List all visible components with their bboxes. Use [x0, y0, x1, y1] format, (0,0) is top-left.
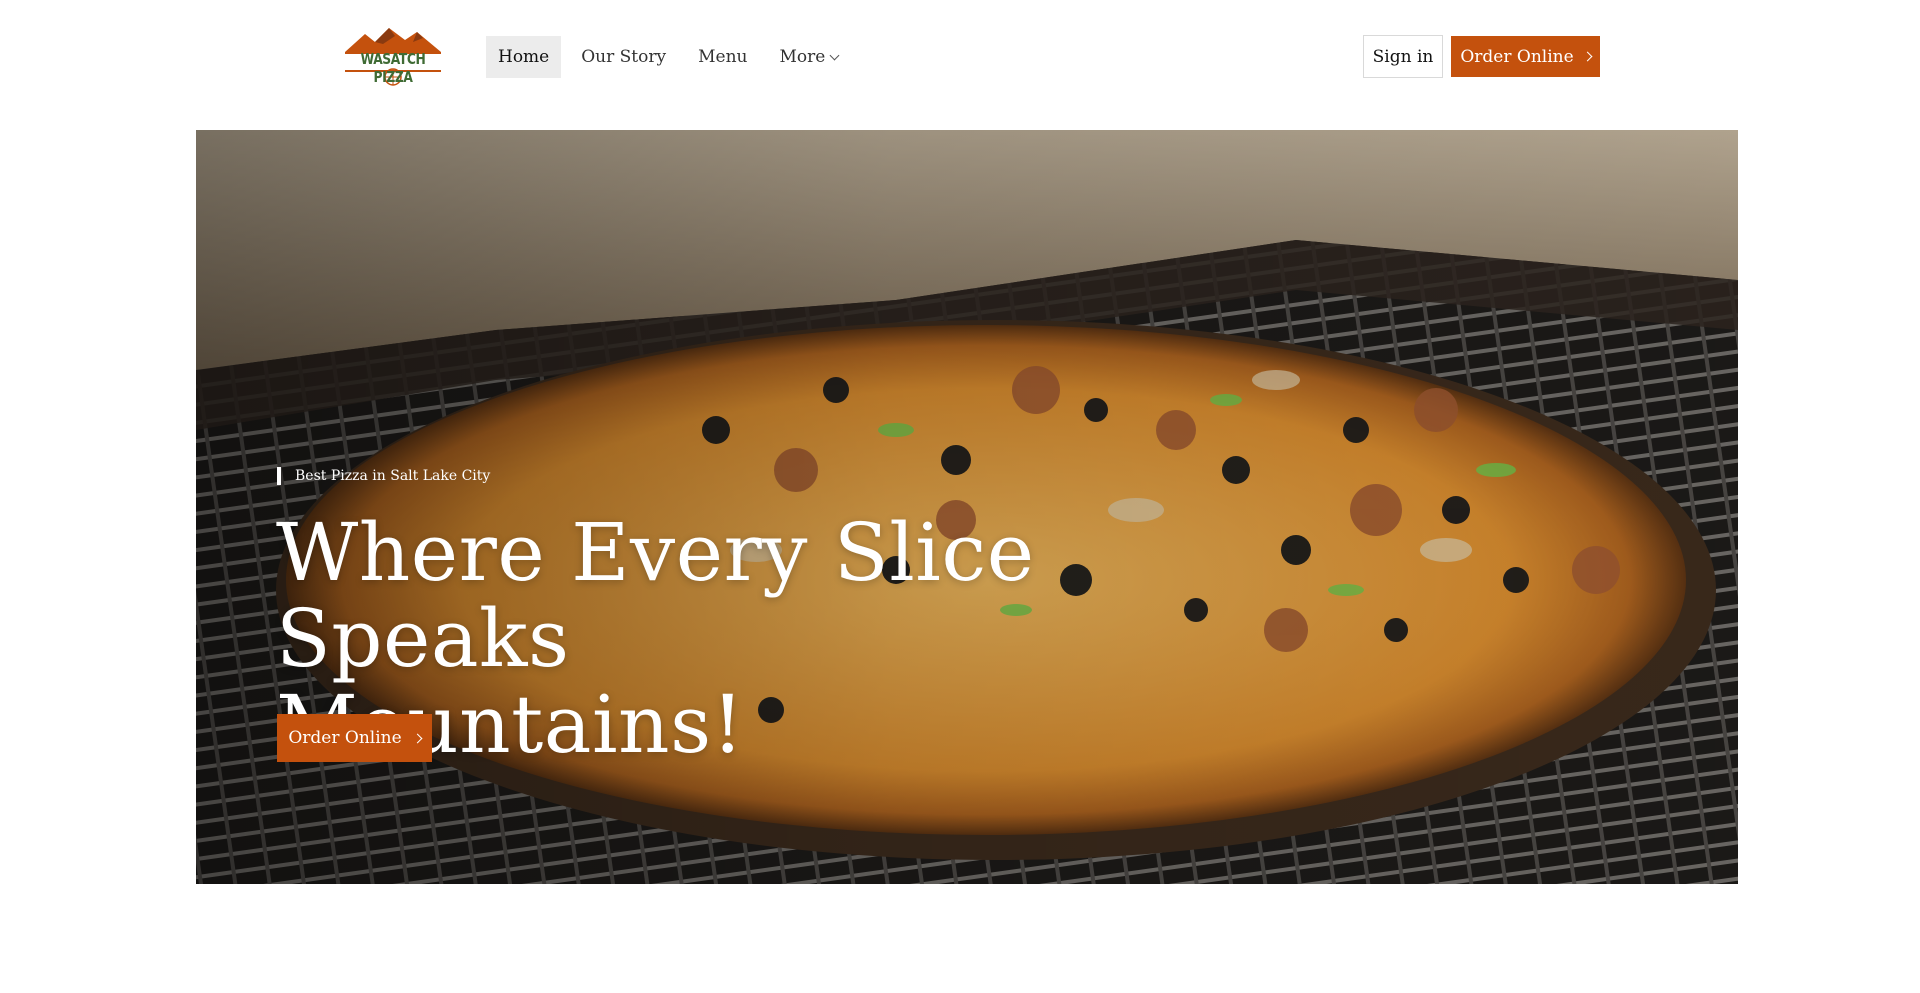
- hero-eyebrow-text: Best Pizza in Salt Lake City: [295, 468, 491, 484]
- chevron-right-icon: [1582, 51, 1593, 62]
- chevron-down-icon: [829, 50, 840, 60]
- logo-wordmark: WASATCH PIZZA: [360, 50, 426, 86]
- chevron-right-icon: [412, 733, 423, 743]
- wasatch-pizza-logo[interactable]: WASATCH PIZZA: [339, 26, 447, 86]
- main-nav: Home Our Story Menu More: [486, 36, 858, 78]
- nav-item-menu[interactable]: Menu: [686, 36, 759, 78]
- order-online-hero-label: Order Online: [288, 728, 402, 748]
- sign-in-button[interactable]: Sign in: [1363, 35, 1443, 78]
- eyebrow-accent-bar: [277, 467, 281, 485]
- order-online-header-button[interactable]: Order Online: [1451, 36, 1600, 77]
- nav-item-home[interactable]: Home: [486, 36, 562, 78]
- nav-more-label: More: [779, 47, 826, 67]
- hero-headline-line-1: Where Every Slice: [276, 506, 1035, 599]
- order-online-hero-button[interactable]: Order Online: [277, 714, 432, 762]
- nav-item-more[interactable]: More: [767, 36, 850, 78]
- nav-item-our-story[interactable]: Our Story: [569, 36, 678, 78]
- order-online-header-label: Order Online: [1460, 46, 1574, 67]
- hero-eyebrow: Best Pizza in Salt Lake City: [277, 467, 490, 485]
- site-header: WASATCH PIZZA Home Our Story Menu More S…: [0, 0, 1920, 112]
- hero-banner: Best Pizza in Salt Lake City Where Every…: [196, 130, 1738, 884]
